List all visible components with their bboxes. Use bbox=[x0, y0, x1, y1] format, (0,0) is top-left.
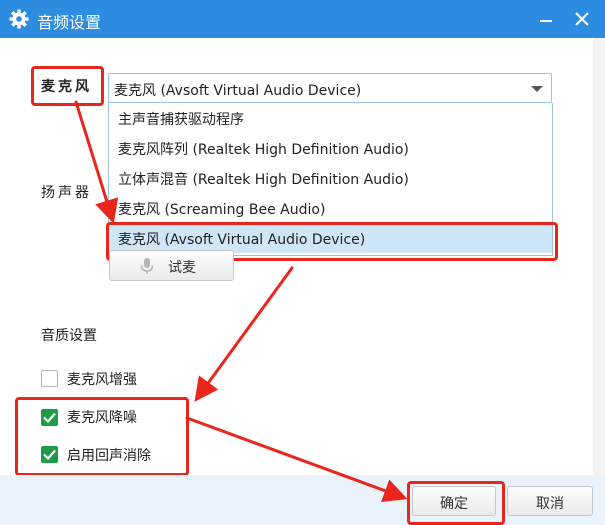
close-button[interactable] bbox=[570, 7, 594, 31]
scrollbar[interactable] bbox=[593, 38, 605, 475]
test-mic-button[interactable]: 试麦 bbox=[109, 250, 234, 281]
chevron-down-icon[interactable] bbox=[531, 86, 543, 92]
speaker-label: 扬声器 bbox=[41, 185, 92, 201]
quality-section-title: 音质设置 bbox=[41, 328, 97, 344]
dropdown-option[interactable]: 立体声混音 (Realtek High Definition Audio) bbox=[109, 163, 552, 193]
mic-boost-label: 麦克风增强 bbox=[67, 372, 137, 388]
mic-boost-checkbox[interactable] bbox=[41, 370, 58, 387]
microphone-selected-value: 麦克风 (Avsoft Virtual Audio Device) bbox=[114, 83, 362, 99]
highlight-box-checkboxes bbox=[15, 397, 189, 476]
close-icon bbox=[575, 12, 589, 26]
minimize-button[interactable] bbox=[534, 7, 558, 31]
highlight-box-microphone-label bbox=[31, 66, 104, 106]
microphone-select[interactable]: 麦克风 (Avsoft Virtual Audio Device) bbox=[108, 73, 552, 103]
dropdown-option[interactable]: 麦克风 (Screaming Bee Audio) bbox=[109, 193, 552, 223]
cancel-button[interactable]: 取消 bbox=[507, 486, 593, 516]
test-mic-label: 试麦 bbox=[168, 260, 196, 276]
title-bar: 音频设置 bbox=[0, 0, 605, 38]
window-title: 音频设置 bbox=[37, 13, 102, 32]
dropdown-option[interactable]: 麦克风阵列 (Realtek High Definition Audio) bbox=[109, 133, 552, 163]
dropdown-option[interactable]: 主声音捕获驱动程序 bbox=[109, 103, 552, 133]
highlight-box-ok-button bbox=[407, 481, 505, 525]
microphone-icon bbox=[140, 258, 154, 279]
gear-icon bbox=[8, 8, 30, 30]
